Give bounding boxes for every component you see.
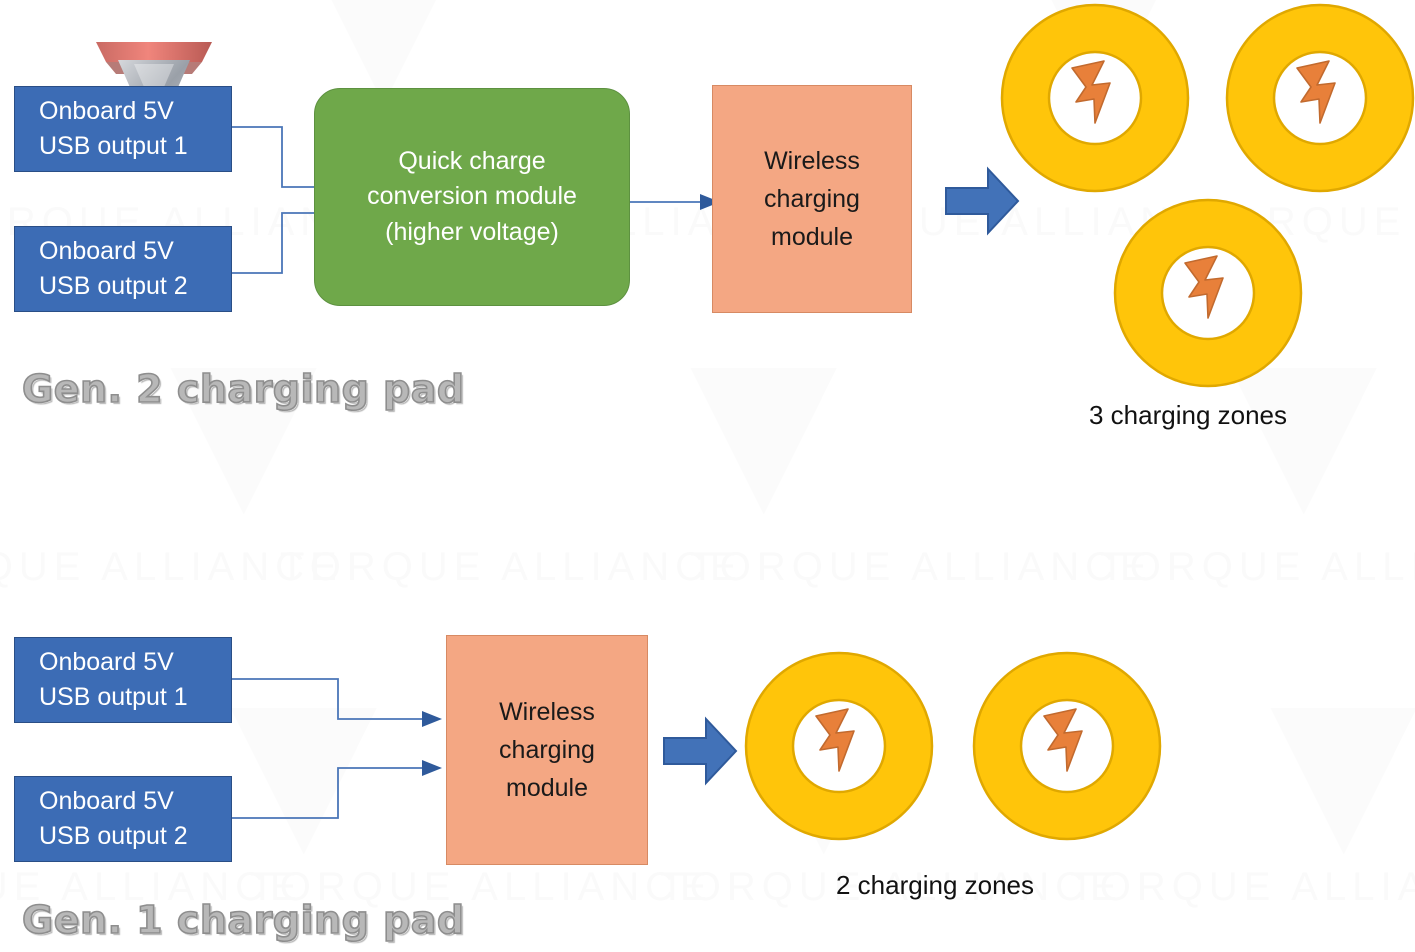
diagram-canvas: ▼ ▼ ▼ ▼ ▼ ▼ ▼ ▼ TORQUE ALLIANCE TORQUE A… xyxy=(0,0,1415,952)
gen2-wireless-line1: Wireless xyxy=(764,147,860,175)
watermark-chevron: ▼ xyxy=(640,285,888,564)
gen1-usb2-line2: USB output 2 xyxy=(39,822,188,850)
gen2-pad-label: Gen. 2 charging pad xyxy=(21,366,465,412)
gen1-usb1-line2: USB output 1 xyxy=(39,683,188,711)
watermark-chevron: ▼ xyxy=(1220,625,1415,904)
gen1-usb1-line1: Onboard 5V xyxy=(39,647,174,676)
gen1-wireless-line2: charging xyxy=(499,736,595,764)
gen2-usb2-line2: USB output 2 xyxy=(39,272,188,300)
connector-gen1-usb1-to-wireless xyxy=(228,678,442,727)
gen1-usb-output-1-box: Onboard 5V USB output 1 xyxy=(14,637,232,723)
gen2-wireless-charging-module-box: Wireless charging module xyxy=(712,85,912,313)
gen1-wireless-line3: module xyxy=(506,774,588,802)
gen1-zones-caption: 2 charging zones xyxy=(836,870,1035,900)
gen1-block-arrow-right-icon xyxy=(663,716,738,786)
gen1-usb-output-2-box: Onboard 5V USB output 2 xyxy=(14,776,232,862)
gen1-wireless-line1: Wireless xyxy=(499,698,595,726)
gen2-usb1-line1: Onboard 5V xyxy=(39,96,174,125)
watermark-text: TORQUE ALLIANCE xyxy=(1100,545,1415,589)
gen1-pad-label: Gen. 1 charging pad xyxy=(21,897,465,943)
gen2-charging-zone-2 xyxy=(1225,3,1415,193)
converter-line3: (higher voltage) xyxy=(385,217,559,246)
watermark-text: TORQUE ALLIANCE xyxy=(280,545,743,589)
gen1-charging-zone-1 xyxy=(744,651,934,841)
watermark-chevron: ▼ xyxy=(120,285,368,564)
gen2-usb-output-2-box: Onboard 5V USB output 2 xyxy=(14,226,232,312)
gen2-wireless-line2: charging xyxy=(764,185,860,213)
gen1-usb2-line1: Onboard 5V xyxy=(39,786,174,815)
connector-converter-to-wireless xyxy=(626,194,720,210)
watermark-text: TORQUE ALLIANCE xyxy=(1070,865,1415,909)
gen2-usb2-line1: Onboard 5V xyxy=(39,236,174,265)
watermark-text: TORQUE ALLIANCE xyxy=(690,545,1153,589)
gen2-charging-zone-1 xyxy=(1000,3,1190,193)
gen2-wireless-line3: module xyxy=(771,223,853,251)
converter-line2: conversion module xyxy=(367,182,577,211)
quick-charge-conversion-module-box: Quick charge conversion module (higher v… xyxy=(314,88,630,306)
gen2-usb1-line2: USB output 1 xyxy=(39,132,188,160)
gen1-wireless-charging-module-box: Wireless charging module xyxy=(446,635,648,865)
converter-line1: Quick charge xyxy=(398,146,546,175)
gen2-charging-zone-3 xyxy=(1113,198,1303,388)
gen2-zones-caption: 3 charging zones xyxy=(1089,400,1288,430)
gen1-charging-zone-2 xyxy=(972,651,1162,841)
watermark-text: TORQUE ALLIANCE xyxy=(0,545,343,589)
connector-gen1-usb2-to-wireless xyxy=(228,760,442,819)
gen2-usb-output-1-box: Onboard 5V USB output 1 xyxy=(14,86,232,172)
